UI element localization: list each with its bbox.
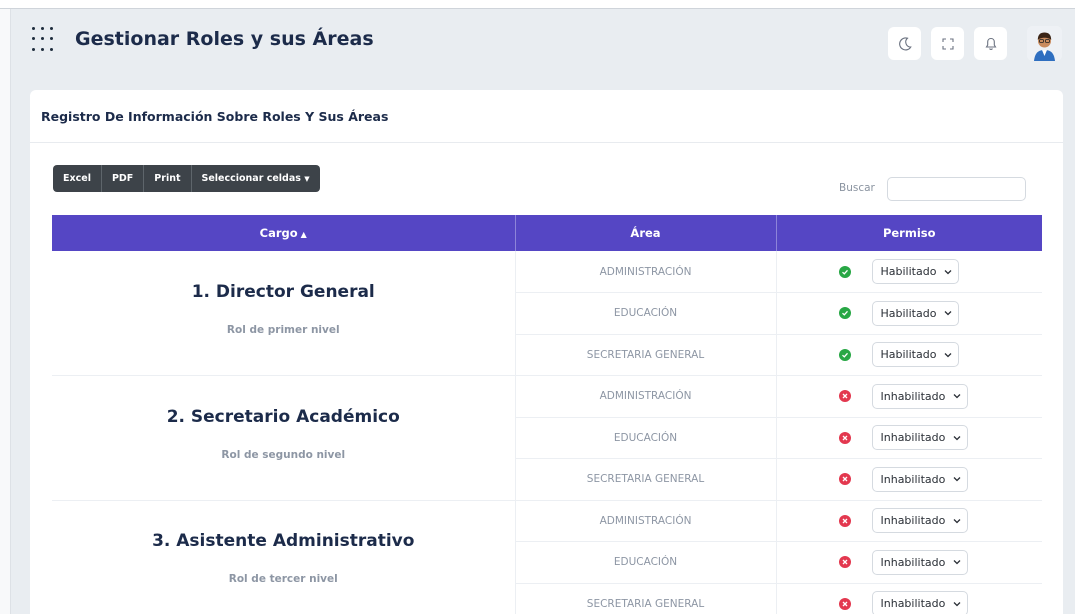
area-cell: ADMINISTRACIÓN — [515, 375, 777, 418]
fullscreen-icon — [941, 37, 954, 50]
chevron-down-icon — [953, 435, 961, 441]
permiso-cell: Inhabilitado — [776, 458, 1042, 501]
permiso-select[interactable]: Inhabilitado — [871, 508, 969, 534]
apps-grid-icon[interactable] — [32, 27, 58, 53]
print-button[interactable]: Print — [144, 165, 192, 192]
permiso-select[interactable]: Habilitado — [871, 342, 960, 368]
chevron-down-icon — [944, 352, 952, 358]
table-row: 2. Secretario Académico Rol de segundo ni… — [52, 375, 1042, 501]
permiso-cell: Inhabilitado — [776, 583, 1042, 614]
permiso-select-value: Inhabilitado — [880, 555, 946, 569]
area-cell: SECRETARIA GENERAL — [515, 458, 777, 501]
role-name: 2. Secretario Académico — [166, 406, 400, 427]
permiso-cell: Habilitado — [776, 334, 1042, 376]
sidebar-collapsed — [0, 9, 11, 614]
permiso-select-value: Habilitado — [880, 348, 937, 362]
table-header-row: Cargo ▲ Área Permiso — [52, 215, 1042, 251]
table-row: 1. Director General Rol de primer nivel AD… — [52, 251, 1042, 376]
permiso-select[interactable]: Inhabilitado — [871, 549, 969, 575]
chevron-down-icon — [953, 560, 961, 565]
check-circle-icon — [838, 265, 851, 278]
permiso-select-value: Habilitado — [880, 265, 937, 278]
excel-button[interactable]: Excel — [53, 165, 102, 192]
permiso-cell: Inhabilitado — [776, 417, 1042, 459]
sort-asc-icon: ▲ — [300, 230, 307, 239]
x-circle-icon — [838, 390, 851, 403]
roles-table: Cargo ▲ Área Permiso 1. Director General R… — [52, 215, 1042, 614]
x-circle-icon — [838, 597, 851, 610]
role-name: 3. Asistente Administrativo — [152, 531, 415, 552]
theme-toggle-button[interactable] — [888, 27, 921, 60]
divider — [30, 142, 1063, 143]
permiso-cell: Inhabilitado — [776, 541, 1042, 584]
chevron-down-icon — [953, 477, 961, 482]
permiso-select-value: Inhabilitado — [880, 472, 946, 486]
column-header-cargo-label: Cargo — [259, 226, 298, 240]
area-cell: EDUCACIÓN — [515, 417, 777, 459]
roles-card: Registro De Información Sobre Roles Y Su… — [30, 90, 1063, 614]
permiso-select-value: Inhabilitado — [880, 431, 946, 445]
export-button-group: Excel PDF Print Seleccionar celdas ▼ — [53, 165, 320, 192]
permiso-cell: Inhabilitado — [776, 500, 1042, 542]
role-level: Rol de tercer nivel — [228, 573, 338, 586]
area-cell: ADMINISTRACIÓN — [515, 500, 777, 542]
area-cell: SECRETARIA GENERAL — [515, 583, 777, 614]
permiso-select-value: Inhabilitado — [880, 389, 946, 403]
moon-icon — [898, 36, 912, 50]
check-circle-icon — [838, 348, 851, 361]
x-circle-icon — [838, 473, 851, 486]
search-label: Buscar — [839, 182, 875, 194]
area-cell: EDUCACIÓN — [515, 541, 777, 584]
x-circle-icon — [838, 556, 851, 569]
window-top-bar — [0, 0, 1075, 9]
permiso-select[interactable]: Inhabilitado — [871, 425, 969, 451]
permiso-select[interactable]: Inhabilitado — [871, 591, 969, 614]
permiso-select[interactable]: Habilitado — [871, 259, 960, 284]
permiso-select[interactable]: Inhabilitado — [871, 466, 969, 492]
page-header: Gestionar Roles y sus Áreas — [11, 10, 1075, 72]
x-circle-icon — [838, 431, 851, 444]
card-title: Registro De Información Sobre Roles Y Su… — [41, 109, 389, 124]
check-circle-icon — [838, 307, 851, 320]
permiso-select-value: Inhabilitado — [880, 597, 946, 611]
cargo-cell: 3. Asistente Administrativo Rol de tercer… — [52, 500, 516, 614]
search-input[interactable] — [887, 177, 1026, 201]
permiso-select[interactable]: Habilitado — [871, 300, 960, 326]
permiso-cell: Habilitado — [776, 251, 1042, 293]
permiso-cell: Habilitado — [776, 292, 1042, 335]
column-header-permiso[interactable]: Permiso — [776, 215, 1042, 251]
pdf-button[interactable]: PDF — [101, 165, 145, 192]
chevron-down-icon — [944, 311, 952, 316]
role-level: Rol de primer nivel — [226, 324, 340, 336]
cargo-cell: 2. Secretario Académico Rol de segundo ni… — [52, 375, 516, 501]
fullscreen-button[interactable] — [931, 27, 964, 60]
table-row: 3. Asistente Administrativo Rol de tercer… — [52, 500, 1042, 614]
chevron-down-icon — [953, 518, 961, 524]
table-body: 1. Director General Rol de primer nivel AD… — [52, 251, 1042, 614]
chevron-down-icon — [944, 269, 952, 274]
select-cells-label: Seleccionar celdas — [201, 173, 301, 184]
permiso-select-value: Habilitado — [880, 306, 937, 320]
select-cells-button[interactable]: Seleccionar celdas ▼ — [191, 165, 320, 192]
bell-icon — [985, 37, 996, 50]
cargo-cell: 1. Director General Rol de primer nivel — [52, 251, 516, 376]
area-cell: ADMINISTRACIÓN — [515, 251, 777, 293]
page-title: Gestionar Roles y sus Áreas — [75, 28, 374, 50]
permiso-select[interactable]: Inhabilitado — [871, 383, 969, 409]
column-header-area[interactable]: Área — [515, 215, 777, 251]
chevron-down-icon — [953, 601, 961, 607]
caret-down-icon: ▼ — [304, 175, 310, 183]
notifications-button[interactable] — [974, 27, 1007, 60]
permiso-cell: Inhabilitado — [776, 375, 1042, 418]
column-header-cargo[interactable]: Cargo ▲ — [52, 215, 516, 251]
chevron-down-icon — [953, 394, 961, 399]
role-name: 1. Director General — [191, 282, 375, 302]
avatar[interactable] — [1027, 26, 1062, 61]
area-cell: SECRETARIA GENERAL — [515, 334, 777, 376]
area-cell: EDUCACIÓN — [515, 292, 777, 335]
permiso-select-value: Inhabilitado — [880, 514, 946, 528]
role-level: Rol de segundo nivel — [221, 448, 346, 461]
x-circle-icon — [838, 514, 851, 527]
